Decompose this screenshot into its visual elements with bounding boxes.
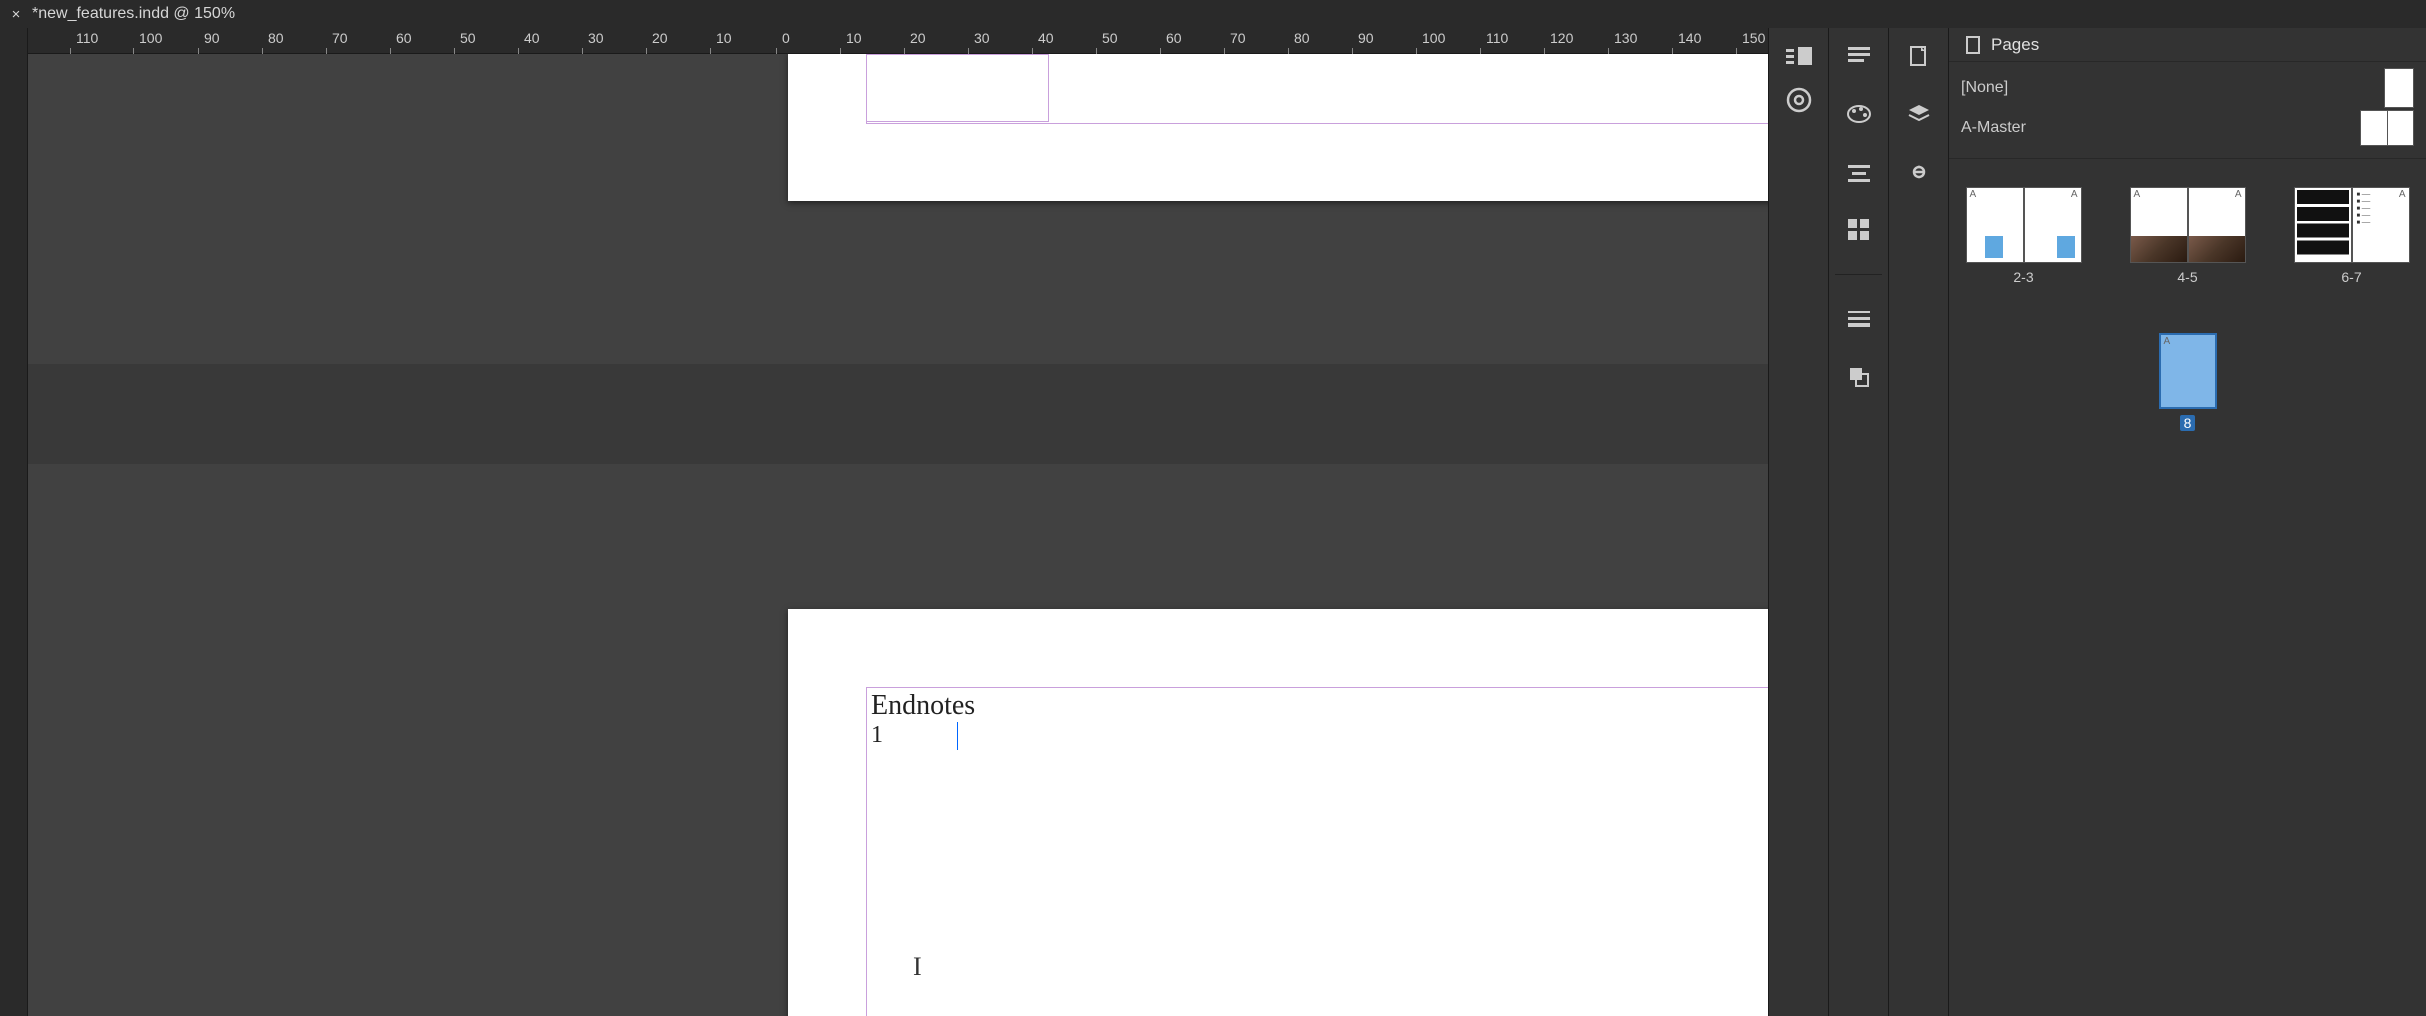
master-label: A-Master xyxy=(1961,119,2026,137)
layers-icon[interactable] xyxy=(1901,96,1937,132)
ruler-tick: 90 xyxy=(204,30,220,46)
thumb-content: ■ ──■ ──■ ──■ ──■ ── xyxy=(2357,192,2405,227)
ruler-tick: 80 xyxy=(268,30,284,46)
horizontal-ruler[interactable]: 110 100 90 80 70 60 50 40 30 20 10 0 10 … xyxy=(28,28,1768,54)
spread-6-7[interactable]: A A ■ ──■ ──■ ──■ ──■ ── 6-7 xyxy=(2294,187,2410,285)
ruler-tick: 100 xyxy=(1422,30,1445,46)
properties-icon[interactable] xyxy=(1781,38,1817,74)
spread-4-5[interactable]: A A 4-5 xyxy=(2130,187,2246,285)
close-icon[interactable]: × xyxy=(8,6,24,23)
thumb-content xyxy=(2189,236,2245,262)
dock-separator xyxy=(1835,274,1882,275)
ruler-tick: 150 xyxy=(1742,30,1765,46)
spread-label: 2-3 xyxy=(2013,269,2033,285)
ruler-tick: 20 xyxy=(652,30,668,46)
masters-section: [None] A-Master xyxy=(1949,62,2426,159)
ruler-tick: 110 xyxy=(76,30,98,46)
text-insertion-cursor xyxy=(957,722,958,750)
paragraph-icon[interactable] xyxy=(1841,38,1877,74)
ruler-tick: 50 xyxy=(460,30,476,46)
text-frame[interactable] xyxy=(866,54,1049,122)
endnotes-frame[interactable]: Endnotes 1 I xyxy=(866,687,1768,1016)
ruler-tick: 130 xyxy=(1614,30,1637,46)
text-cursor-icon: I xyxy=(913,952,922,982)
master-a[interactable]: A-Master xyxy=(1961,108,2414,148)
thumb-content xyxy=(1985,236,2003,258)
ruler-tick: 60 xyxy=(396,30,412,46)
page-thumb[interactable]: A xyxy=(2024,187,2082,263)
spread-8[interactable]: A 8 xyxy=(2159,333,2217,431)
canvas-area: 110 100 90 80 70 60 50 40 30 20 10 0 10 … xyxy=(28,28,1768,1016)
panel-dock-2 xyxy=(1828,28,1888,1016)
ruler-tick: 110 xyxy=(1486,30,1508,46)
ruler-tick: 30 xyxy=(974,30,990,46)
page-thumb[interactable]: A xyxy=(1966,187,2024,263)
ruler-tick: 0 xyxy=(782,30,790,46)
document-tabs: × *new_features.indd @ 150% xyxy=(0,0,2426,28)
ruler-tick: 20 xyxy=(910,30,926,46)
ruler-tick: 50 xyxy=(1102,30,1118,46)
ruler-tick: 70 xyxy=(1230,30,1246,46)
page-thumb[interactable]: A xyxy=(2130,187,2188,263)
master-prefix: A xyxy=(2233,189,2244,200)
endnote-number[interactable]: 1 xyxy=(867,722,883,749)
page-thumb-selected[interactable]: A xyxy=(2159,333,2217,409)
page-thumb[interactable]: A xyxy=(2294,187,2352,263)
ruler-tick: 90 xyxy=(1358,30,1374,46)
pages-panel-icon xyxy=(1965,36,1983,54)
spread-2-3[interactable]: A A 2-3 xyxy=(1966,187,2082,285)
endnotes-heading[interactable]: Endnotes xyxy=(867,688,1768,722)
spread-label: 6-7 xyxy=(2341,269,2361,285)
object-icon[interactable] xyxy=(1841,359,1877,395)
tab-title: *new_features.indd @ 150% xyxy=(32,5,235,23)
ruler-tick: 40 xyxy=(1038,30,1054,46)
master-label: [None] xyxy=(1961,79,2008,97)
align-icon[interactable] xyxy=(1841,154,1877,190)
stroke-icon[interactable] xyxy=(1841,301,1877,337)
color-icon[interactable] xyxy=(1841,96,1877,132)
document-viewport[interactable]: Endnotes 1 I xyxy=(28,54,1768,1016)
ruler-tick: 120 xyxy=(1550,30,1573,46)
master-thumb[interactable] xyxy=(2384,68,2414,108)
pages-panel: Pages [None] A-Master A A xyxy=(1948,28,2426,1016)
panel-title: Pages xyxy=(1991,35,2039,55)
links-icon[interactable] xyxy=(1901,154,1937,190)
ruler-tick: 140 xyxy=(1678,30,1701,46)
pasteboard-band xyxy=(28,364,1768,464)
vertical-ruler[interactable] xyxy=(0,28,28,1016)
page-previous[interactable] xyxy=(788,54,1768,201)
page-thumbnails: A A 2-3 A A xyxy=(1949,159,2426,1016)
master-prefix: A xyxy=(2162,336,2173,347)
ruler-tick: 70 xyxy=(332,30,348,46)
master-prefix: A xyxy=(2069,189,2080,200)
master-thumb-spread[interactable] xyxy=(2360,110,2414,146)
ruler-tick: 80 xyxy=(1294,30,1310,46)
cc-libraries-icon[interactable] xyxy=(1781,82,1817,118)
panel-header[interactable]: Pages xyxy=(1949,28,2426,62)
panel-dock-1 xyxy=(1768,28,1828,1016)
panel-dock-3 xyxy=(1888,28,1948,1016)
thumb-content xyxy=(2297,190,2349,260)
ruler-tick: 60 xyxy=(1166,30,1182,46)
ruler-tick: 100 xyxy=(139,30,162,46)
master-none[interactable]: [None] xyxy=(1961,68,2414,108)
main-layout: 110 100 90 80 70 60 50 40 30 20 10 0 10 … xyxy=(0,28,2426,1016)
master-prefix: A xyxy=(2132,189,2143,200)
ruler-tick: 40 xyxy=(524,30,540,46)
page-current[interactable]: Endnotes 1 I xyxy=(788,609,1768,1016)
page-thumb[interactable]: A xyxy=(2188,187,2246,263)
ruler-tick: 10 xyxy=(716,30,732,46)
ruler-tick: 30 xyxy=(588,30,604,46)
master-prefix: A xyxy=(1968,189,1979,200)
pages-icon[interactable] xyxy=(1901,38,1937,74)
ruler-tick: 10 xyxy=(846,30,862,46)
swatches-icon[interactable] xyxy=(1841,212,1877,248)
document-tab[interactable]: × *new_features.indd @ 150% xyxy=(0,0,247,28)
spread-label: 4-5 xyxy=(2177,269,2197,285)
thumb-content xyxy=(2131,236,2187,262)
thumb-content xyxy=(2057,236,2075,258)
spread-label: 8 xyxy=(2180,415,2196,431)
page-thumb[interactable]: A ■ ──■ ──■ ──■ ──■ ── xyxy=(2352,187,2410,263)
